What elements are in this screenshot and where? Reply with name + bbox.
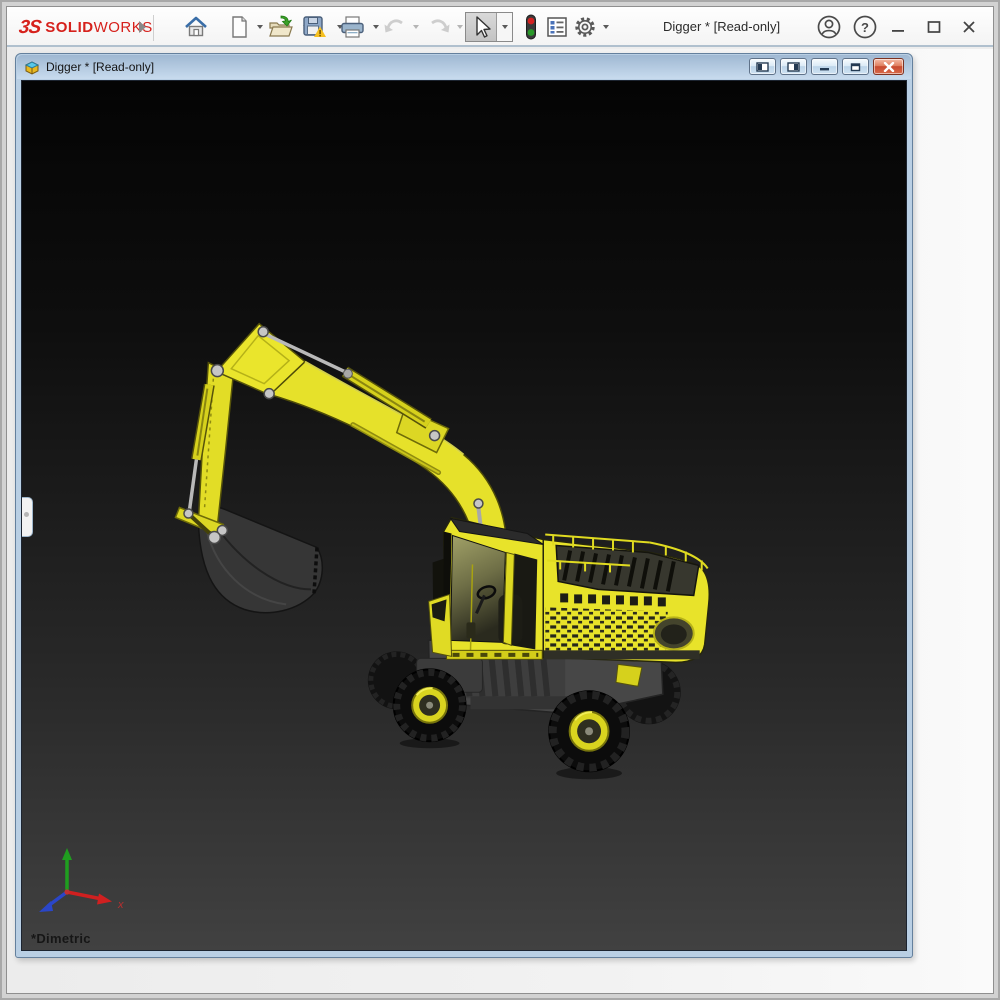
minimize-button[interactable]	[885, 14, 911, 40]
select-tool-button[interactable]	[466, 13, 497, 41]
select-cursor-icon	[470, 15, 492, 39]
close-icon	[961, 19, 977, 35]
triad-x-axis	[67, 892, 102, 899]
undo-button[interactable]	[381, 13, 409, 41]
rear-wheel	[549, 691, 629, 771]
save-icon	[300, 13, 328, 41]
part-document-icon	[24, 60, 40, 75]
properties-panel-icon	[545, 15, 569, 39]
open-folder-icon	[267, 14, 295, 40]
document-titlebar[interactable]: Digger * [Read-only]	[17, 55, 911, 79]
solidworks-logo: 3S SOLIDWORKS	[19, 15, 153, 41]
doc-close-icon	[883, 62, 895, 72]
settings-dropdown[interactable]	[599, 13, 613, 41]
close-button[interactable]	[956, 14, 982, 40]
view-orientation-label: *Dimetric	[31, 931, 91, 946]
settings-gear-icon	[572, 14, 598, 40]
side-vent-grille	[545, 607, 668, 654]
user-account-button[interactable]	[816, 14, 842, 40]
user-account-icon	[816, 14, 842, 40]
dassault-3ds-icon: 3S	[17, 17, 41, 39]
triad-x-label: x	[117, 899, 124, 911]
pane-left-icon	[756, 62, 769, 72]
pane-left-button[interactable]	[749, 58, 776, 75]
redo-icon	[426, 14, 452, 40]
toolbar-separator	[153, 15, 154, 41]
pane-right-icon	[787, 62, 800, 72]
rear-fender	[616, 664, 642, 686]
document-window: Digger * [Read-only]	[15, 53, 913, 958]
open-button[interactable]	[267, 13, 295, 41]
redo-button[interactable]	[425, 13, 453, 41]
settings-button[interactable]	[571, 13, 599, 41]
document-window-controls	[745, 58, 904, 75]
bucket-cylinder-rod	[189, 460, 196, 511]
graphics-viewport[interactable]: x *Dimetric	[21, 80, 907, 951]
traffic-light-icon	[523, 13, 539, 41]
pane-right-button[interactable]	[780, 58, 807, 75]
new-document-dropdown[interactable]	[253, 13, 267, 41]
maximize-icon	[926, 19, 942, 35]
feature-panel-splitter-tab[interactable]	[21, 497, 33, 537]
document-title: Digger * [Read-only]	[46, 60, 154, 74]
app-window-title: Digger * [Read-only]	[663, 7, 780, 47]
app-titlebar: 3S SOLIDWORKS	[7, 7, 993, 47]
undo-icon	[382, 14, 408, 40]
doc-restore-icon	[850, 62, 861, 72]
traffic-light-button[interactable]	[517, 13, 545, 41]
home-button[interactable]	[182, 13, 210, 41]
help-button[interactable]: ?	[852, 14, 878, 40]
maximize-button[interactable]	[921, 14, 947, 40]
home-icon	[183, 14, 209, 40]
doc-minimize-button[interactable]	[811, 58, 838, 75]
new-document-button[interactable]	[225, 13, 253, 41]
save-button[interactable]	[300, 13, 328, 41]
print-button[interactable]	[339, 13, 367, 41]
doc-restore-button[interactable]	[842, 58, 869, 75]
menu-flyout-chevron-icon[interactable]	[137, 20, 149, 34]
front-wheel	[394, 669, 466, 741]
doc-minimize-icon	[819, 62, 830, 72]
minimize-icon	[890, 19, 906, 35]
properties-panel-button[interactable]	[543, 13, 571, 41]
select-tool-dropdown[interactable]	[497, 13, 512, 41]
select-tool-group	[465, 12, 513, 42]
cab	[429, 517, 544, 659]
undo-dropdown[interactable]	[409, 13, 423, 41]
doc-close-button[interactable]	[873, 58, 904, 75]
excavator-model[interactable]	[22, 81, 906, 950]
print-icon	[339, 14, 367, 40]
orientation-triad: x	[32, 847, 142, 939]
solidworks-window: 3S SOLIDWORKS	[6, 6, 994, 994]
brand-solid: SOLID	[45, 19, 93, 36]
mdi-area: Digger * [Read-only]	[7, 49, 993, 993]
new-document-icon	[226, 14, 252, 40]
windshield	[451, 535, 506, 642]
